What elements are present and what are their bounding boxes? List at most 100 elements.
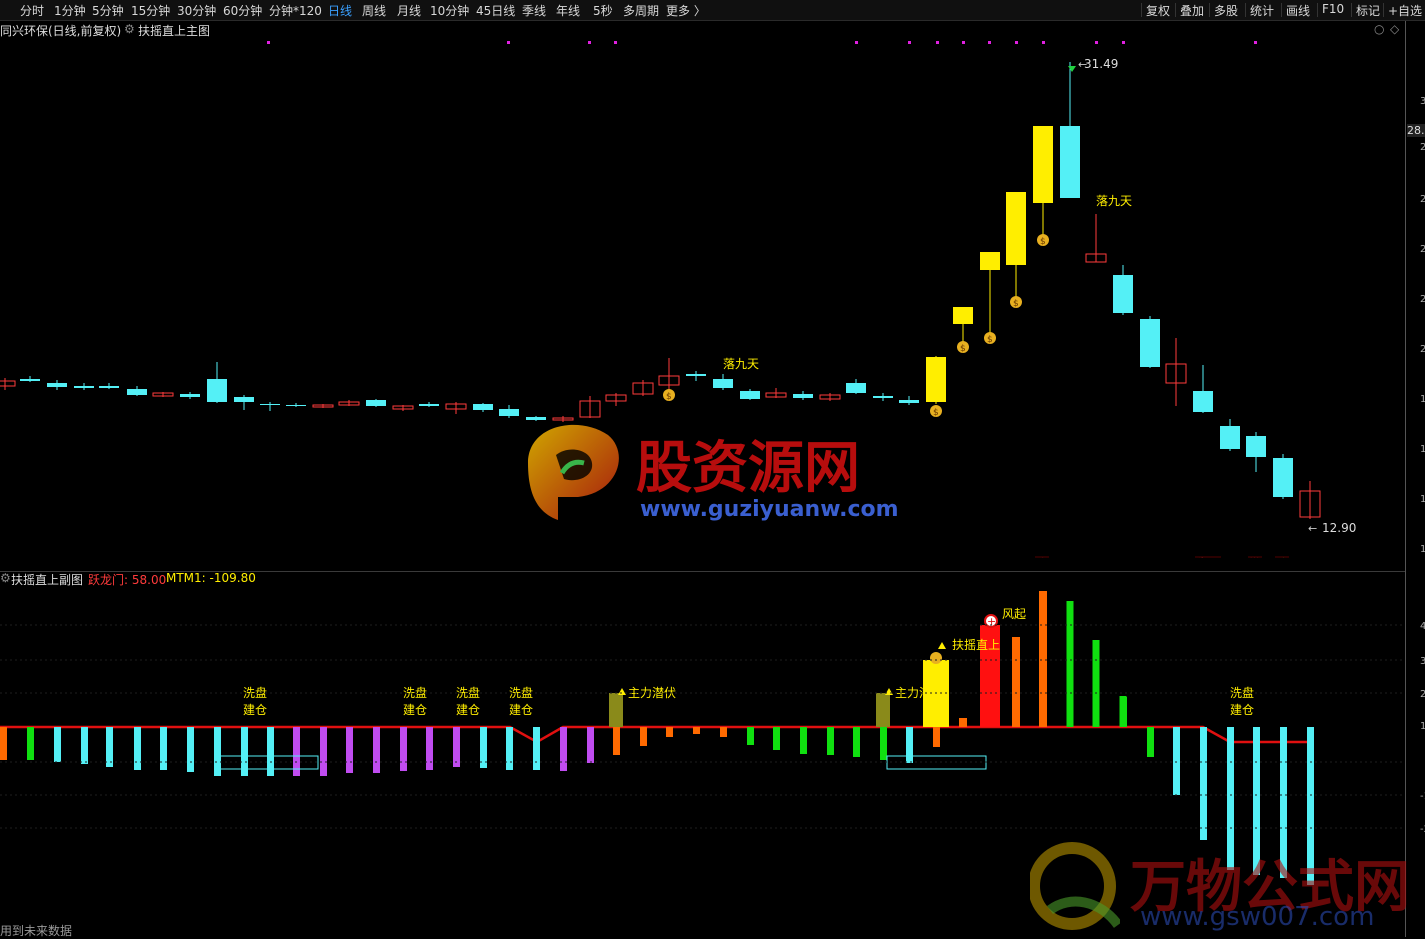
sub-bar — [134, 727, 141, 770]
sub-up-bar — [876, 693, 890, 727]
period-tab-6[interactable]: 分钟*120 — [269, 2, 322, 19]
watermark-gsw: 万物公式网 www.gsw007.com — [1028, 840, 1410, 939]
money-bag-symbol: $ — [1040, 237, 1046, 247]
candle-body — [207, 379, 227, 402]
indicator-gear-icon[interactable]: ⚙ — [124, 22, 135, 36]
candle-body — [180, 394, 200, 397]
candle-body — [899, 400, 919, 403]
period-tab-4[interactable]: 30分钟 — [177, 2, 216, 19]
period-tab-15[interactable]: 多周期 — [623, 2, 659, 19]
sub-bar — [613, 727, 620, 755]
candle-body — [953, 307, 973, 324]
sub-bar — [426, 727, 433, 770]
candle-body — [234, 397, 254, 402]
toolbar-action-2[interactable]: 多股 — [1214, 2, 1238, 19]
candle-body — [99, 386, 119, 388]
chevron-down-icon[interactable]: ◇ — [1390, 22, 1399, 36]
candle-body — [419, 404, 439, 406]
sub-indicator-name[interactable]: 扶摇直上副图 — [11, 571, 83, 588]
candle-body — [260, 404, 280, 405]
period-tab-16[interactable]: 更多 〉 — [666, 2, 706, 19]
candle-body — [846, 383, 866, 393]
candle-body — [0, 380, 16, 387]
period-tab-12[interactable]: 季线 — [522, 2, 546, 19]
top-marker — [1254, 41, 1257, 44]
toolbar-action-3[interactable]: 统计 — [1250, 2, 1274, 19]
label-build: 建仓 — [1230, 703, 1254, 717]
period-tab-3[interactable]: 15分钟 — [131, 2, 170, 19]
watermark-guziyuan: 股资源网 www.guziyuanw.com — [518, 415, 899, 529]
candle-body — [873, 396, 893, 398]
sub-bar — [1147, 727, 1154, 757]
toolbar-separator — [1141, 3, 1142, 17]
sub-bar — [506, 727, 513, 770]
top-marker — [855, 41, 858, 44]
close-icon[interactable]: ○ — [1374, 22, 1384, 36]
sub-indicator-icon[interactable]: ⚙ — [0, 571, 11, 585]
footer-note: 用到未来数据 — [0, 924, 73, 938]
sub-bar — [54, 727, 61, 762]
candle-body — [366, 400, 386, 406]
plus-glyph: + — [987, 615, 996, 628]
candle-body — [793, 394, 813, 398]
period-tab-1[interactable]: 1分钟 — [54, 2, 86, 19]
toolbar-action-0[interactable]: 复权 — [1146, 2, 1170, 19]
label-build: 建仓 — [456, 703, 480, 717]
toolbar-action-5[interactable]: F10 — [1322, 2, 1344, 16]
period-tab-14[interactable]: 5秒 — [593, 2, 613, 19]
candle-body — [286, 405, 306, 406]
sub-bar — [106, 727, 113, 767]
candle-body — [1033, 126, 1053, 203]
label-wind: 风起 — [1002, 607, 1026, 621]
sub-bar — [880, 727, 887, 760]
watermark-url: www.guziyuanw.com — [640, 497, 899, 522]
price-axis: 3 2 2 2 2 2 1 1 1 1 4 3 2 1 -1 -2 — [1405, 21, 1425, 937]
top-marker — [614, 41, 617, 44]
panel-divider — [0, 558, 1405, 572]
period-tab-11[interactable]: 45日线 — [476, 2, 515, 19]
period-tab-9[interactable]: 月线 — [397, 2, 421, 19]
sub-bar — [720, 727, 727, 737]
guziyuan-logo — [528, 424, 619, 520]
sub-up-bar — [1119, 696, 1127, 727]
high-price-label: 31.49 — [1084, 57, 1118, 71]
period-tab-0[interactable]: 分时 — [20, 2, 44, 19]
candle-body — [980, 252, 1000, 270]
candle-body — [1113, 275, 1133, 313]
period-tab-2[interactable]: 5分钟 — [92, 2, 124, 19]
sub-up-bar — [1066, 601, 1074, 727]
sub-bar — [747, 727, 754, 745]
period-tab-10[interactable]: 10分钟 — [430, 2, 469, 19]
period-tab-7[interactable]: 日线 — [328, 2, 352, 19]
signal-luojiutian: 落九天 — [1096, 194, 1132, 208]
low-price-label: 12.90 — [1322, 521, 1356, 535]
main-indicator-name[interactable]: 扶摇直上主图 — [138, 22, 210, 39]
candle-body — [47, 383, 67, 387]
toolbar-action-7[interactable]: +自选 — [1388, 2, 1422, 19]
candle-body — [686, 374, 706, 376]
sub-bar — [587, 727, 594, 763]
money-bag-symbol: $ — [987, 335, 993, 345]
toolbar-action-6[interactable]: 标记 — [1356, 2, 1380, 19]
period-tab-13[interactable]: 年线 — [556, 2, 580, 19]
stock-title[interactable]: 同兴环保(日线,前复权) — [0, 22, 121, 39]
gsw-logo — [1028, 842, 1123, 930]
toolbar-separator — [1351, 3, 1352, 17]
candle-body — [740, 391, 760, 399]
sub-bar — [1200, 727, 1207, 840]
toolbar-action-4[interactable]: 画线 — [1286, 2, 1310, 19]
period-tab-8[interactable]: 周线 — [362, 2, 386, 19]
main-chart-header: 同兴环保(日线,前复权) ⚙ 扶摇直上主图 ○ ◇ — [0, 21, 1405, 39]
sub-bar — [373, 727, 380, 773]
candle-body — [1273, 458, 1293, 497]
sub-bar — [800, 727, 807, 754]
candle-body — [20, 379, 40, 381]
toolbar-action-1[interactable]: 叠加 — [1180, 2, 1204, 19]
sub-bar — [853, 727, 860, 757]
candle-body — [127, 389, 147, 395]
period-tab-5[interactable]: 60分钟 — [223, 2, 262, 19]
toolbar-separator — [1383, 3, 1384, 17]
toolbar-separator — [1281, 3, 1282, 17]
triangle-up-icon — [618, 688, 626, 695]
top-marker — [1042, 41, 1045, 44]
